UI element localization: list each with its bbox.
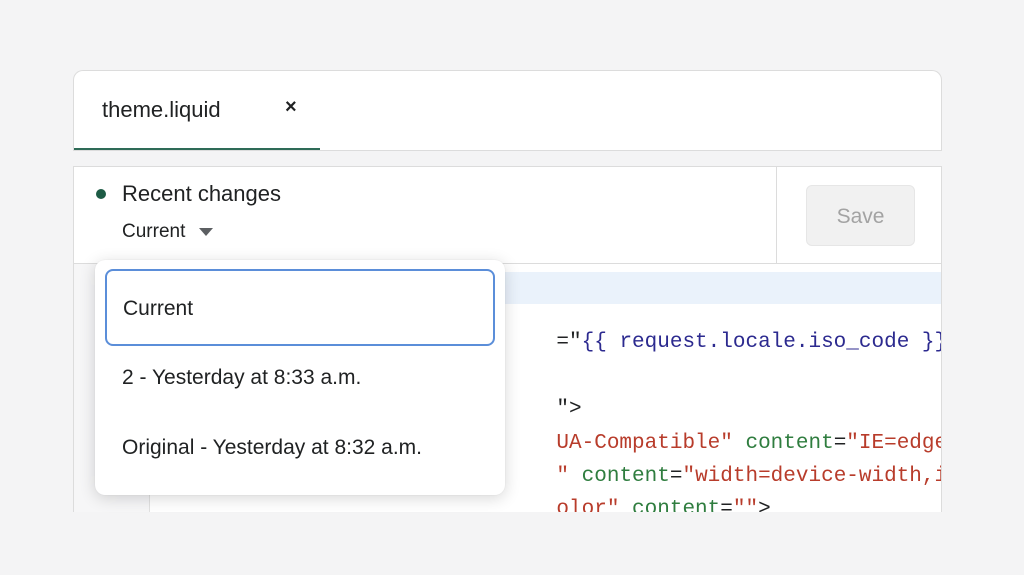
- toolbar-divider: [776, 167, 777, 264]
- version-option-2[interactable]: 2 - Yesterday at 8:33 a.m.: [122, 366, 361, 390]
- version-select-value: Current: [122, 221, 186, 242]
- save-button[interactable]: Save: [806, 185, 915, 246]
- recent-changes-title: Recent changes: [122, 181, 281, 206]
- code-line: olor" content="">: [556, 498, 771, 512]
- tab-theme-liquid[interactable]: theme.liquid ×: [74, 71, 320, 151]
- tab-bar-divider: [73, 150, 942, 151]
- editor-toolbar: Recent changes Current Save: [73, 166, 942, 264]
- close-icon[interactable]: ×: [285, 96, 297, 119]
- code-line: ="{{ request.locale.iso_code }}: [556, 331, 942, 354]
- version-option-label: Current: [123, 297, 194, 320]
- caret-down-icon: [199, 228, 214, 236]
- status-dot-icon: [96, 189, 106, 199]
- editor-tab-bar: theme.liquid ×: [73, 70, 942, 151]
- version-select[interactable]: Current: [122, 221, 214, 243]
- version-option-current[interactable]: Current: [105, 269, 495, 346]
- version-option-original[interactable]: Original - Yesterday at 8:32 a.m.: [122, 436, 422, 460]
- version-dropdown-menu: Current 2 - Yesterday at 8:33 a.m. Origi…: [95, 260, 505, 495]
- tab-label: theme.liquid: [102, 97, 221, 122]
